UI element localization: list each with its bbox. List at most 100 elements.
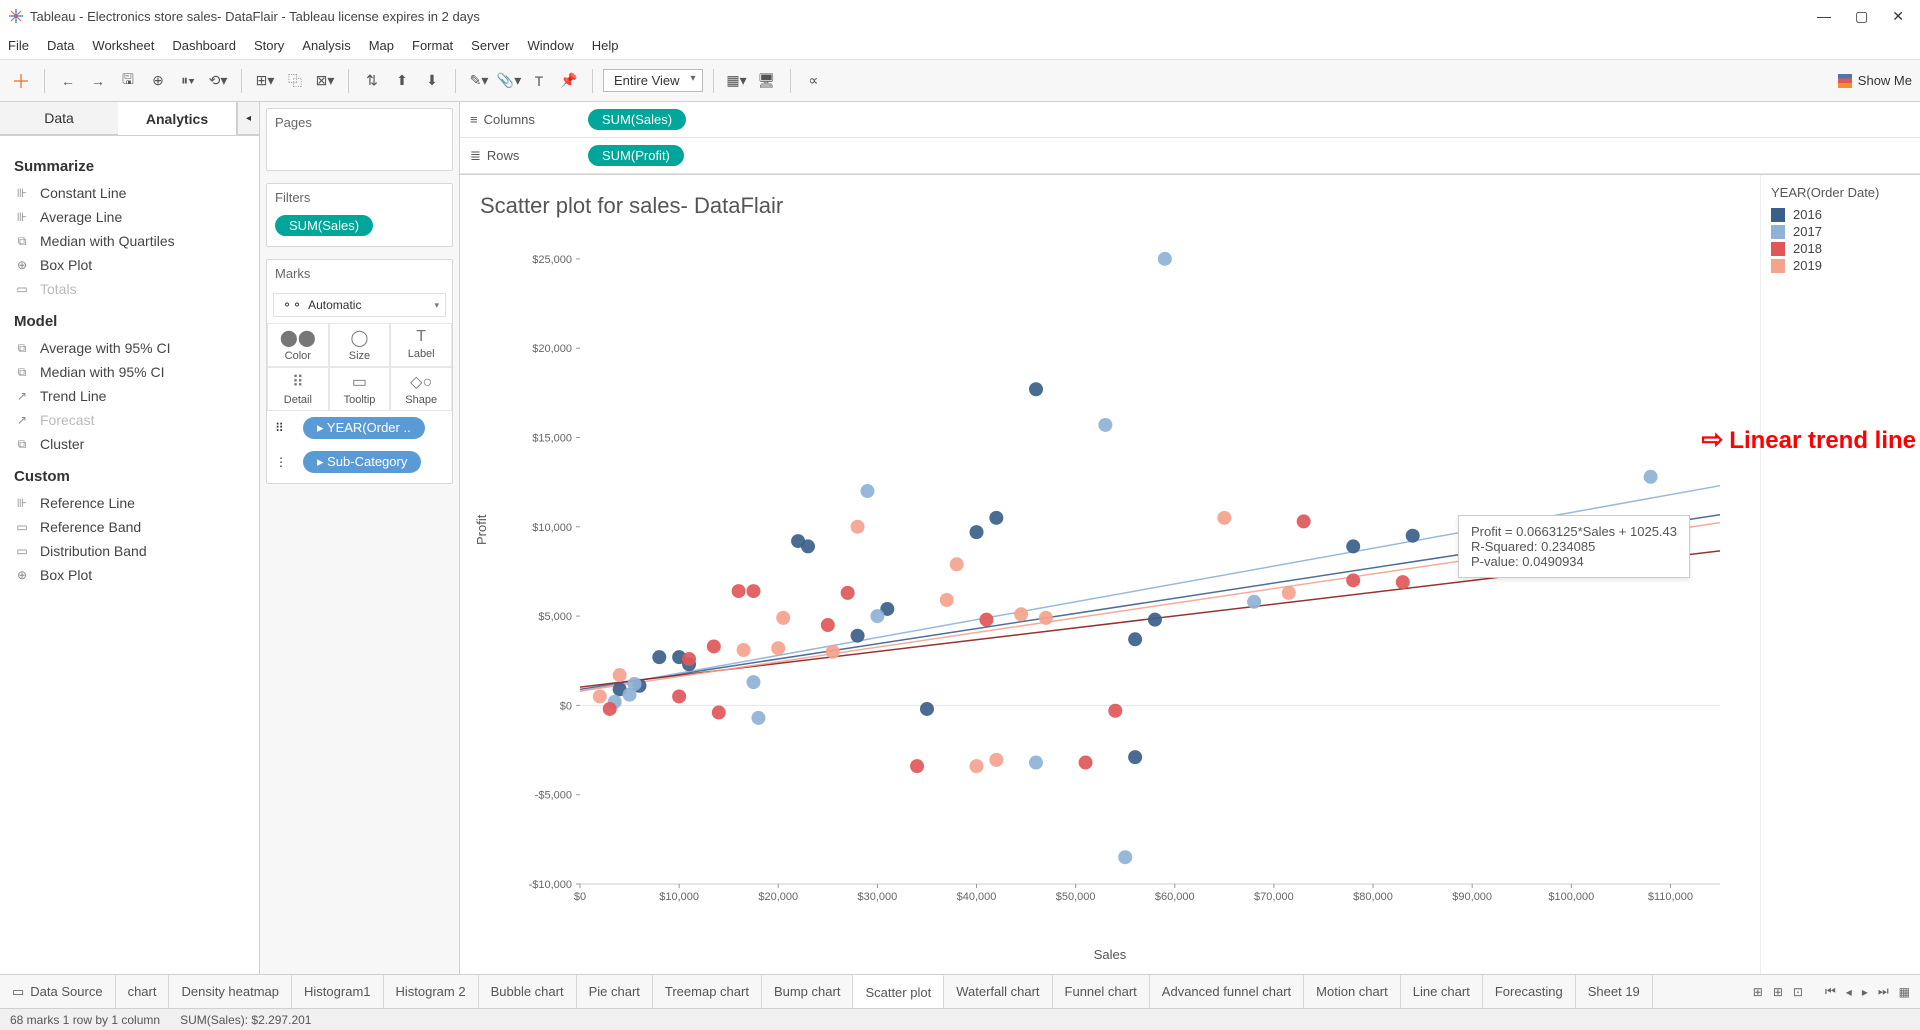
tab-analytics[interactable]: Analytics — [118, 102, 237, 135]
marks-label[interactable]: TLabel — [390, 323, 452, 367]
menu-story[interactable]: Story — [254, 38, 284, 53]
rows-pill[interactable]: SUM(Profit) — [588, 145, 684, 166]
legend-2016[interactable]: 2016 — [1771, 206, 1910, 223]
menu-server[interactable]: Server — [471, 38, 509, 53]
show-me-button[interactable]: Show Me — [1838, 73, 1912, 88]
svg-text:-$5,000: -$5,000 — [535, 790, 572, 802]
new-data-button[interactable]: ⊕ — [145, 68, 171, 94]
analytics-box-plot[interactable]: ⊕Box Plot — [14, 253, 245, 277]
marks-type-dropdown[interactable]: ⚬⚬Automatic — [273, 293, 446, 317]
swap-button[interactable]: ⇅ — [359, 68, 385, 94]
sheet-tab-density-heatmap[interactable]: Density heatmap — [169, 975, 292, 1008]
analytics-average-line[interactable]: ⊪Average Line — [14, 205, 245, 229]
minimize-button[interactable]: — — [1817, 8, 1831, 25]
tab-list-icon[interactable]: ▦ — [1899, 985, 1910, 999]
menu-format[interactable]: Format — [412, 38, 453, 53]
sheet-tab-funnel-chart[interactable]: Funnel chart — [1053, 975, 1150, 1008]
legend-2018[interactable]: 2018 — [1771, 240, 1910, 257]
item-icon: ⧉ — [14, 234, 30, 249]
sheet-tab-histogram1[interactable]: Histogram1 — [292, 975, 383, 1008]
sheet-tab-chart[interactable]: chart — [116, 975, 170, 1008]
tab-first-icon[interactable]: ⏮ — [1825, 984, 1836, 999]
analytics-trend-line[interactable]: ↗Trend Line — [14, 384, 245, 408]
new-story-icon[interactable]: ⊡ — [1793, 985, 1803, 999]
group-button[interactable]: 📎▾ — [496, 68, 522, 94]
tab-last-icon[interactable]: ⏭ — [1878, 984, 1889, 999]
undo-button[interactable]: ← — [55, 68, 81, 94]
marks-size[interactable]: ◯Size — [329, 323, 391, 367]
sheet-tab-treemap-chart[interactable]: Treemap chart — [653, 975, 762, 1008]
refresh-button[interactable]: ⟲▾ — [205, 68, 231, 94]
marks-tooltip[interactable]: ▭Tooltip — [329, 367, 391, 411]
analytics-median-with-quartiles[interactable]: ⧉Median with Quartiles — [14, 229, 245, 253]
svg-text:$15,000: $15,000 — [532, 432, 572, 444]
sheet-tab-bump-chart[interactable]: Bump chart — [762, 975, 853, 1008]
fit-dropdown[interactable]: Entire View — [603, 69, 703, 92]
mark-pill[interactable]: ▸ Sub-Category — [303, 451, 421, 473]
group-model: Model — [14, 313, 245, 330]
marks-shape[interactable]: ◇○Shape — [390, 367, 452, 411]
analytics-average-with-95-ci[interactable]: ⧉Average with 95% CI — [14, 336, 245, 360]
close-button[interactable]: ✕ — [1892, 8, 1904, 25]
analytics-median-with-95-ci[interactable]: ⧉Median with 95% CI — [14, 360, 245, 384]
tab-data[interactable]: Data — [0, 102, 118, 135]
legend-2019[interactable]: 2019 — [1771, 257, 1910, 274]
new-worksheet-icon[interactable]: ⊞ — [1753, 985, 1763, 999]
sheet-tab-motion-chart[interactable]: Motion chart — [1304, 975, 1401, 1008]
analytics-reference-band[interactable]: ▭Reference Band — [14, 515, 245, 539]
marks-color[interactable]: ⬤⬤Color — [267, 323, 329, 367]
legend-2017[interactable]: 2017 — [1771, 223, 1910, 240]
mark-dot-icon: ⋮ — [275, 455, 289, 469]
presentation-button[interactable]: 🖥 — [754, 68, 780, 94]
sheet-tab-waterfall-chart[interactable]: Waterfall chart — [944, 975, 1052, 1008]
columns-pill[interactable]: SUM(Sales) — [588, 109, 686, 130]
tab-prev-icon[interactable]: ◂ — [1846, 985, 1852, 999]
clear-button[interactable]: ⊠▾ — [312, 68, 338, 94]
panel-collapse-icon[interactable]: ◂ — [237, 102, 259, 135]
data-source-tab[interactable]: ▭Data Source — [0, 975, 116, 1008]
sheet-tab-histogram-2[interactable]: Histogram 2 — [384, 975, 479, 1008]
maximize-button[interactable]: ▢ — [1855, 8, 1868, 25]
sheet-tab-pie-chart[interactable]: Pie chart — [577, 975, 653, 1008]
svg-text:$20,000: $20,000 — [758, 891, 798, 903]
menu-data[interactable]: Data — [47, 38, 74, 53]
menu-dashboard[interactable]: Dashboard — [172, 38, 236, 53]
analytics-distribution-band[interactable]: ▭Distribution Band — [14, 539, 245, 563]
menu-map[interactable]: Map — [369, 38, 394, 53]
analytics-box-plot[interactable]: ⊕Box Plot — [14, 563, 245, 587]
tab-next-icon[interactable]: ▸ — [1862, 985, 1868, 999]
highlight-button[interactable]: ✎▾ — [466, 68, 492, 94]
sheet-tab-sheet-19[interactable]: Sheet 19 — [1576, 975, 1653, 1008]
show-hide-button[interactable]: ▦▾ — [724, 68, 750, 94]
share-button[interactable]: ∝ — [801, 68, 827, 94]
duplicate-button[interactable]: ⿻ — [282, 68, 308, 94]
menu-file[interactable]: File — [8, 38, 29, 53]
sheet-tab-line-chart[interactable]: Line chart — [1401, 975, 1483, 1008]
menu-worksheet[interactable]: Worksheet — [92, 38, 154, 53]
menu-analysis[interactable]: Analysis — [302, 38, 350, 53]
sheet-tab-forecasting[interactable]: Forecasting — [1483, 975, 1576, 1008]
new-sheet-button[interactable]: ⊞▾ — [252, 68, 278, 94]
status-left: 68 marks 1 row by 1 column — [10, 1013, 160, 1027]
pause-button[interactable]: ⏸▾ — [175, 68, 201, 94]
menu-window[interactable]: Window — [527, 38, 573, 53]
sheet-tab-advanced-funnel-chart[interactable]: Advanced funnel chart — [1150, 975, 1304, 1008]
sort-asc-button[interactable]: ⬆ — [389, 68, 415, 94]
tableau-icon[interactable] — [8, 68, 34, 94]
analytics-constant-line[interactable]: ⊪Constant Line — [14, 181, 245, 205]
menu-help[interactable]: Help — [592, 38, 619, 53]
redo-button[interactable]: → — [85, 68, 111, 94]
mark-pill[interactable]: ▸ YEAR(Order .. — [303, 417, 425, 439]
new-dashboard-icon[interactable]: ⊞ — [1773, 985, 1783, 999]
sheet-tab-scatter-plot[interactable]: Scatter plot — [853, 975, 944, 1008]
sort-desc-button[interactable]: ⬇ — [419, 68, 445, 94]
pin-button[interactable]: 📌 — [556, 68, 582, 94]
filter-pill[interactable]: SUM(Sales) — [275, 215, 373, 236]
sheet-tab-bubble-chart[interactable]: Bubble chart — [479, 975, 577, 1008]
text-button[interactable]: T — [526, 68, 552, 94]
analytics-cluster[interactable]: ⧉Cluster — [14, 432, 245, 456]
pages-card: Pages — [267, 109, 452, 136]
analytics-reference-line[interactable]: ⊪Reference Line — [14, 491, 245, 515]
marks-detail[interactable]: ⠿Detail — [267, 367, 329, 411]
save-button[interactable]: 🖫 — [115, 68, 141, 94]
